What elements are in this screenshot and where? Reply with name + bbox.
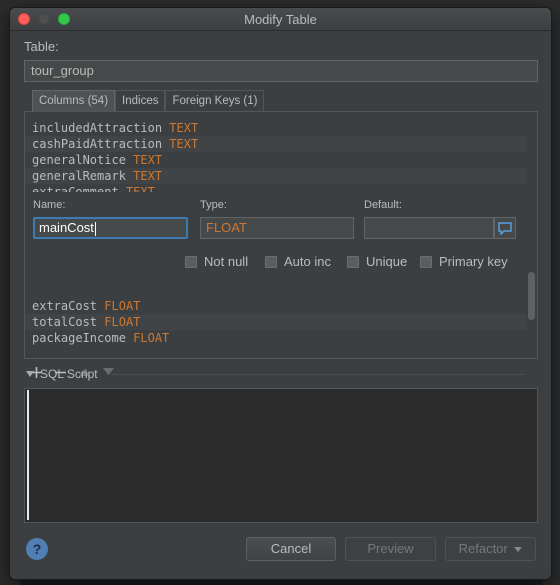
- columns-panel: includedFood TEXT includedAttraction TEX…: [24, 111, 538, 359]
- collapse-triangle-icon: [26, 371, 34, 377]
- columns-list-bottom: extraCost FLOAT totalCost FLOAT packageI…: [25, 298, 527, 346]
- primary-key-checkbox[interactable]: Primary key: [420, 254, 508, 269]
- text-caret: [94, 221, 96, 236]
- column-name: generalNotice: [32, 153, 126, 167]
- help-button[interactable]: ?: [26, 538, 48, 560]
- checkbox-label: Unique: [366, 254, 408, 269]
- type-label: Type:: [200, 199, 227, 211]
- background-app-strip: [0, 0, 560, 8]
- column-row[interactable]: totalCost FLOAT: [25, 314, 527, 330]
- column-name-input[interactable]: mainCost: [33, 217, 188, 239]
- sql-script-header[interactable]: SQL Script: [26, 366, 526, 382]
- column-row[interactable]: generalRemark TEXT: [25, 168, 527, 184]
- sql-script-label: SQL Script: [40, 367, 98, 381]
- column-type: TEXT: [169, 137, 199, 151]
- speech-bubble-icon: [498, 221, 512, 235]
- column-type: FLOAT: [133, 331, 170, 345]
- column-row[interactable]: includedAttraction TEXT: [25, 120, 527, 136]
- column-row[interactable]: cashPaidAttraction TEXT: [25, 136, 527, 152]
- titlebar: Modify Table: [10, 8, 551, 31]
- comment-button[interactable]: [494, 217, 516, 239]
- sql-script-area[interactable]: [24, 388, 538, 523]
- dropdown-arrow-icon: [514, 547, 523, 553]
- window-title: Modify Table: [244, 12, 317, 27]
- default-label: Default:: [364, 199, 402, 211]
- table-name-field[interactable]: tour_group: [24, 60, 538, 82]
- column-row[interactable]: extraCost FLOAT: [25, 298, 527, 314]
- column-type: FLOAT: [104, 315, 141, 329]
- column-row[interactable]: packageIncome FLOAT: [25, 330, 527, 346]
- checkbox-label: Primary key: [439, 254, 508, 269]
- column-name: extraCost: [32, 299, 98, 313]
- column-name: cashPaidAttraction: [32, 137, 163, 151]
- checkbox-box: [185, 255, 197, 268]
- column-name-value: mainCost: [39, 220, 94, 235]
- not-null-checkbox[interactable]: Not null: [185, 254, 248, 269]
- column-name: packageIncome: [32, 331, 126, 345]
- column-type-input[interactable]: FLOAT: [200, 217, 354, 239]
- preview-button[interactable]: Preview: [345, 537, 436, 561]
- checkbox-box: [265, 255, 277, 268]
- column-type: TEXT: [133, 153, 163, 167]
- column-type: TEXT: [133, 169, 163, 183]
- tab-indices[interactable]: Indices: [115, 90, 166, 111]
- divider: [105, 373, 526, 375]
- refactor-button[interactable]: Refactor: [445, 537, 536, 561]
- column-type: TEXT: [169, 121, 199, 135]
- column-row[interactable]: generalNotice TEXT: [25, 152, 527, 168]
- column-name: totalCost: [32, 315, 98, 329]
- columns-scrollbar[interactable]: [528, 272, 535, 320]
- cancel-button[interactable]: Cancel: [246, 537, 336, 561]
- unique-checkbox[interactable]: Unique: [347, 254, 407, 269]
- column-name: includedAttraction: [32, 121, 163, 135]
- column-name: generalRemark: [32, 169, 126, 183]
- checkbox-box: [347, 255, 359, 268]
- default-value-input[interactable]: [364, 217, 494, 239]
- table-label: Table:: [24, 39, 59, 54]
- column-type: FLOAT: [104, 299, 141, 313]
- tab-foreign-keys[interactable]: Foreign Keys (1): [165, 90, 265, 111]
- columns-list-top: includedFood TEXT includedAttraction TEX…: [25, 112, 527, 200]
- checkbox-box: [420, 255, 432, 268]
- tab-columns[interactable]: Columns (54): [32, 90, 116, 111]
- checkbox-label: Not null: [204, 254, 249, 269]
- column-row[interactable]: includedFood TEXT: [25, 112, 527, 120]
- name-label: Name:: [33, 199, 66, 211]
- refactor-label: Refactor: [458, 541, 508, 556]
- column-editor: Name: Type: Default: mainCost FLOAT Not …: [25, 192, 527, 290]
- text-cursor: [27, 390, 29, 520]
- checkbox-label: Auto inc: [284, 254, 331, 269]
- modify-table-dialog: Modify Table Table: tour_group Columns (…: [10, 8, 551, 579]
- tab-bar: Columns (54) Indices Foreign Keys (1): [32, 90, 265, 111]
- auto-inc-checkbox[interactable]: Auto inc: [265, 254, 331, 269]
